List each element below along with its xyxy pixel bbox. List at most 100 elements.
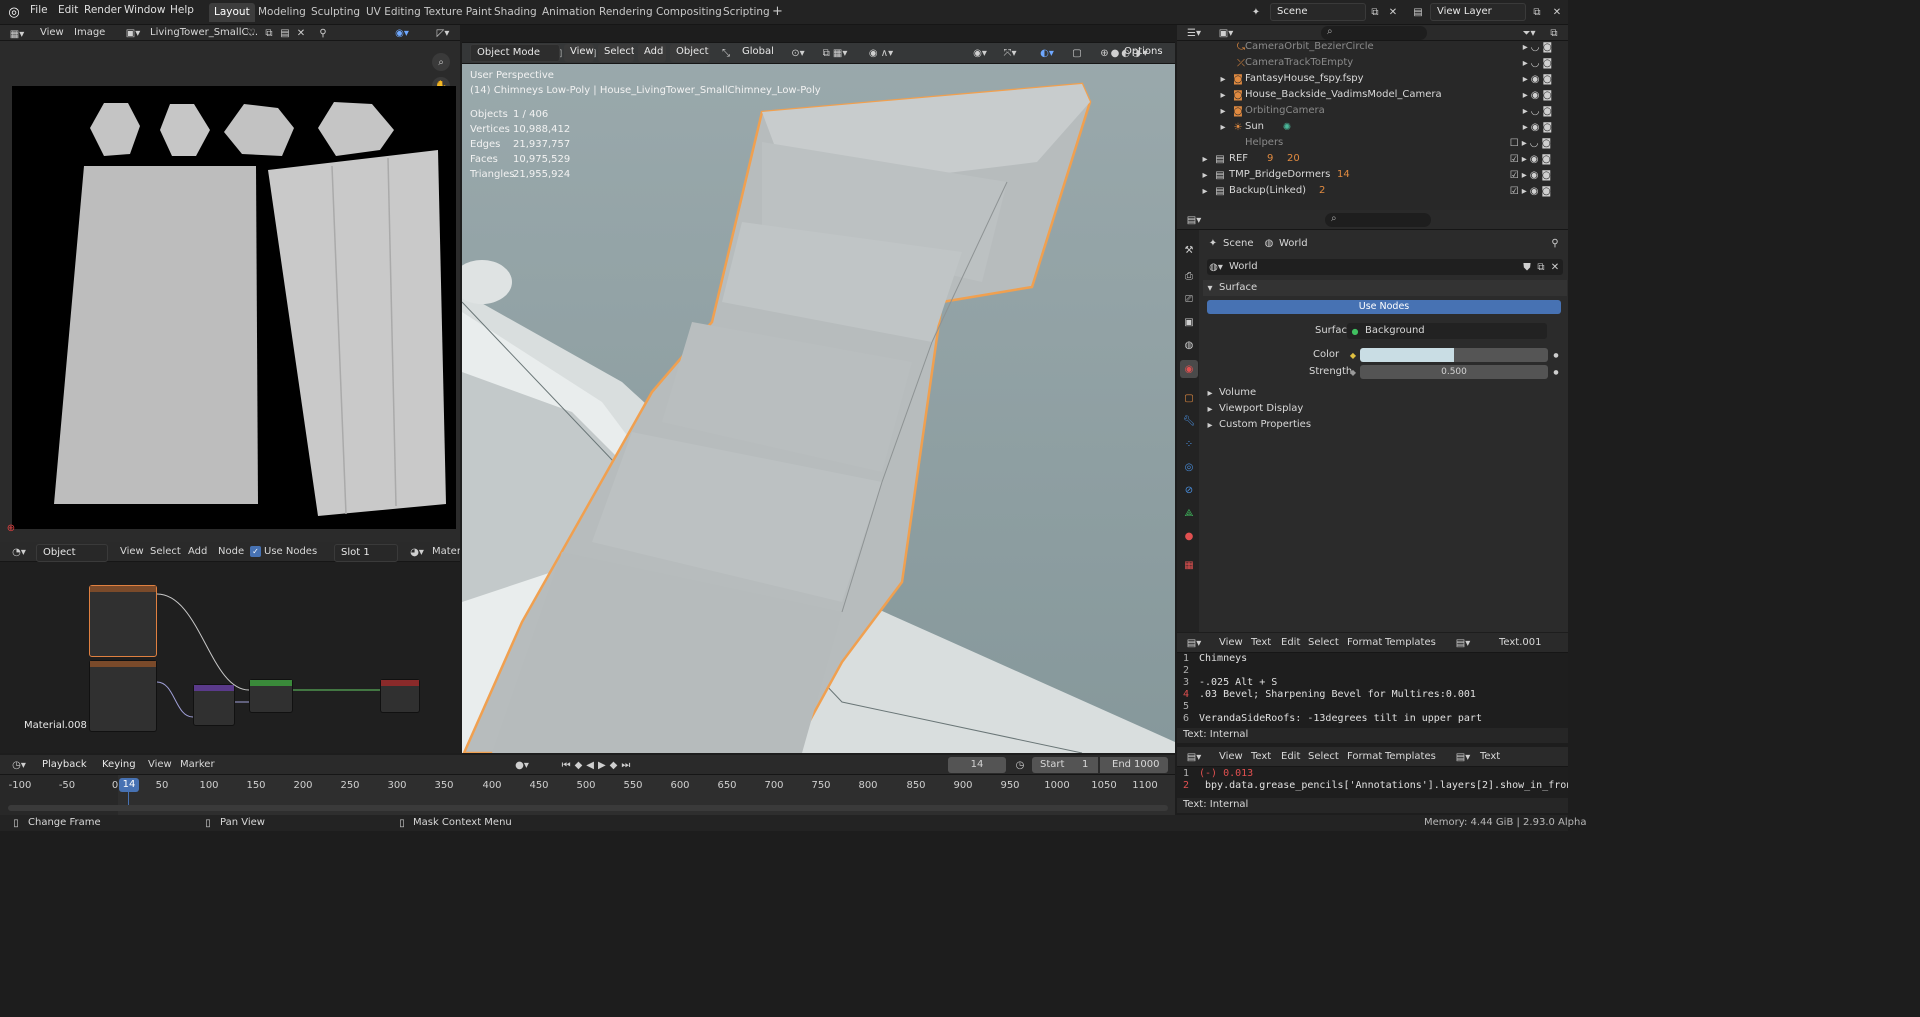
zoom-icon[interactable]: ⌕ <box>432 53 450 71</box>
editor-type-icon[interactable]: ▦▾ <box>6 27 28 41</box>
scene-tab-icon[interactable]: ◍ <box>1181 337 1197 353</box>
row-visibility-icons[interactable]: ▸◉◙ <box>1512 121 1566 133</box>
row-visibility-icons[interactable]: ▸◡◙ <box>1512 57 1566 69</box>
text-text-menu[interactable]: Text <box>1251 637 1271 648</box>
add-workspace-button[interactable]: + <box>767 1 788 20</box>
animate-property-icon[interactable]: ● <box>1552 349 1560 361</box>
outliner-row[interactable]: ▸ ◙ OrbitingCamera ▸◡◙ <box>1177 104 1568 120</box>
start-frame-field[interactable]: Start 1 <box>1032 757 1098 773</box>
text-editor-type-icon[interactable]: ▤▾ <box>1183 750 1205 764</box>
new-view-layer-icon[interactable]: ⧉ <box>1530 4 1544 20</box>
tab-sculpting[interactable]: Sculpting <box>306 3 365 22</box>
pin-icon[interactable]: ⚲ <box>1549 237 1561 249</box>
image-menu[interactable]: Image <box>74 27 105 38</box>
outliner-row[interactable]: ⤿ CameraOrbit_BezierCircle ▸◡◙ <box>1177 40 1568 56</box>
playback-controls[interactable]: ⏮◆◀▶◆⏭ <box>548 758 648 772</box>
code-line[interactable]: (-) 0.013 <box>1199 768 1253 779</box>
code-line[interactable]: Chimneys <box>1199 653 1247 664</box>
viewport-select-menu[interactable]: Select <box>598 44 634 62</box>
text-select-menu[interactable]: Select <box>1308 751 1339 762</box>
volume-panel-header[interactable]: ▸ Volume <box>1203 385 1567 401</box>
tab-texture-paint[interactable]: Texture Paint <box>419 3 497 22</box>
preview-range-icon[interactable]: ◷ <box>1012 758 1028 772</box>
expand-arrow-icon[interactable]: ▸ <box>1199 153 1211 165</box>
constraints-tab-icon[interactable]: ⊘ <box>1181 482 1197 498</box>
overlay-toggle-icon[interactable]: ◉▾ <box>388 26 416 40</box>
render-tab-icon[interactable]: ⎙ <box>1181 268 1197 284</box>
world-color-swatch[interactable] <box>1360 348 1548 362</box>
object-tab-icon[interactable]: ▢ <box>1181 390 1197 406</box>
display-channels-icon[interactable]: ◸▾ <box>430 26 456 40</box>
outliner-row[interactable]: ▸ ◙ FantasyHouse_fspy.fspy ▸◉◙ <box>1177 72 1568 88</box>
text-templates-menu[interactable]: Templates <box>1385 751 1436 762</box>
text-view-menu[interactable]: View <box>1219 751 1243 762</box>
blender-logo-icon[interactable]: ◎ <box>6 4 22 20</box>
row-visibility-icons[interactable]: ☑▸◉◙ <box>1499 185 1565 197</box>
expand-arrow-icon[interactable]: ▸ <box>1217 89 1229 101</box>
world-browse-icon[interactable]: ◍▾ <box>1209 260 1223 274</box>
surface-panel-header[interactable]: ▾ Surface <box>1203 280 1567 296</box>
menu-file[interactable]: File <box>26 4 52 16</box>
row-visibility-icons[interactable]: ▸◉◙ <box>1512 73 1566 85</box>
text-format-menu[interactable]: Format <box>1347 637 1382 648</box>
delete-scene-icon[interactable]: ✕ <box>1386 4 1400 20</box>
outliner-row[interactable]: ▸ ▤ REF 9 20 ☑▸◉◙ <box>1177 152 1568 168</box>
tab-uv-editing[interactable]: UV Editing <box>361 3 426 22</box>
panel-expand-icon[interactable]: ▸ <box>1205 386 1215 400</box>
outliner-row[interactable]: ▸ ▤ Backup(Linked) 2 ☑▸◉◙ <box>1177 184 1568 200</box>
end-frame-field[interactable]: End 1000 <box>1100 757 1168 773</box>
tab-compositing[interactable]: Compositing <box>651 3 727 22</box>
keying-menu[interactable]: Keying <box>96 757 142 775</box>
new-world-icon[interactable]: ⧉ <box>1535 260 1547 274</box>
shading-mode-icons[interactable]: ⊕●◐◑▾ <box>1092 46 1158 60</box>
expand-arrow-icon[interactable]: ▸ <box>1217 105 1229 117</box>
outliner-row[interactable]: ▸ ▤ TMP_BridgeDormers 14 ☑▸◉◙ <box>1177 168 1568 184</box>
strength-slider[interactable]: 0.500 <box>1360 365 1548 379</box>
xray-icon[interactable]: ▢ <box>1070 46 1084 60</box>
text-edit-menu[interactable]: Edit <box>1281 751 1300 762</box>
outliner-editor-type-icon[interactable]: ☰▾ <box>1183 27 1205 39</box>
code-line[interactable]: bpy.data.grease_pencils['Annotations'].l… <box>1199 780 1568 791</box>
outliner-row[interactable]: ▸ ☀ Sun ✺ ▸◉◙ <box>1177 120 1568 136</box>
unlink-image-icon[interactable]: ✕ <box>294 26 308 40</box>
text-text-menu[interactable]: Text <box>1251 751 1271 762</box>
panel-collapse-icon[interactable]: ▾ <box>1205 281 1215 295</box>
new-collection-icon[interactable]: ⧉ <box>1547 27 1561 39</box>
text-browse-icon[interactable]: ▤▾ <box>1453 750 1473 764</box>
tab-layout[interactable]: Layout <box>209 3 255 22</box>
particles-tab-icon[interactable]: ⁘ <box>1181 436 1197 452</box>
panel-expand-icon[interactable]: ▸ <box>1205 418 1215 432</box>
row-visibility-icons[interactable]: ☑▸◉◙ <box>1499 169 1565 181</box>
unlink-world-icon[interactable]: ✕ <box>1549 260 1561 274</box>
surface-shader-field[interactable]: ● Background <box>1347 323 1547 339</box>
expand-arrow-icon[interactable]: ▸ <box>1199 169 1211 181</box>
viewport-object-menu[interactable]: Object <box>670 44 710 62</box>
new-scene-icon[interactable]: ⧉ <box>1368 4 1382 20</box>
outliner-search-input[interactable]: ⌕ <box>1321 26 1427 40</box>
physics-tab-icon[interactable]: ◎ <box>1181 459 1197 475</box>
timeline-scrollbar[interactable] <box>8 805 1168 811</box>
uv-texture-canvas[interactable] <box>12 86 456 529</box>
menu-window[interactable]: Window <box>120 4 169 16</box>
tab-animation[interactable]: Animation <box>537 3 601 22</box>
use-nodes-button[interactable]: Use Nodes <box>1207 300 1561 314</box>
timeline-editor-type-icon[interactable]: ◷▾ <box>8 758 30 772</box>
row-visibility-icons[interactable]: ▸◡◙ <box>1512 41 1566 53</box>
new-image-icon[interactable]: ⧉ <box>262 26 276 40</box>
playhead-frame-badge[interactable]: 14 <box>119 778 139 792</box>
menu-help[interactable]: Help <box>166 4 198 16</box>
tab-shading[interactable]: Shading <box>489 3 542 22</box>
tab-rendering[interactable]: Rendering <box>594 3 658 22</box>
code-line[interactable]: .03 Bevel; Sharpening Bevel for Multires… <box>1199 689 1476 700</box>
fake-user-icon[interactable]: ⛊ <box>1521 260 1533 274</box>
expand-arrow-icon[interactable]: ▸ <box>1199 185 1211 197</box>
material-tab-icon[interactable]: ● <box>1181 528 1197 544</box>
menu-edit[interactable]: Edit <box>54 4 82 16</box>
panel-expand-icon[interactable]: ▸ <box>1205 402 1215 416</box>
text-edit-menu[interactable]: Edit <box>1281 637 1300 648</box>
mode-select[interactable]: Object Mode <box>470 44 560 62</box>
row-visibility-icons[interactable]: ▸◉◙ <box>1512 89 1566 101</box>
view-layer-tab-icon[interactable]: ▣ <box>1181 314 1197 330</box>
outliner-row[interactable]: ⤫ CameraTrackToEmpty ▸◡◙ <box>1177 56 1568 72</box>
row-visibility-icons[interactable]: ☑▸◉◙ <box>1499 153 1565 165</box>
